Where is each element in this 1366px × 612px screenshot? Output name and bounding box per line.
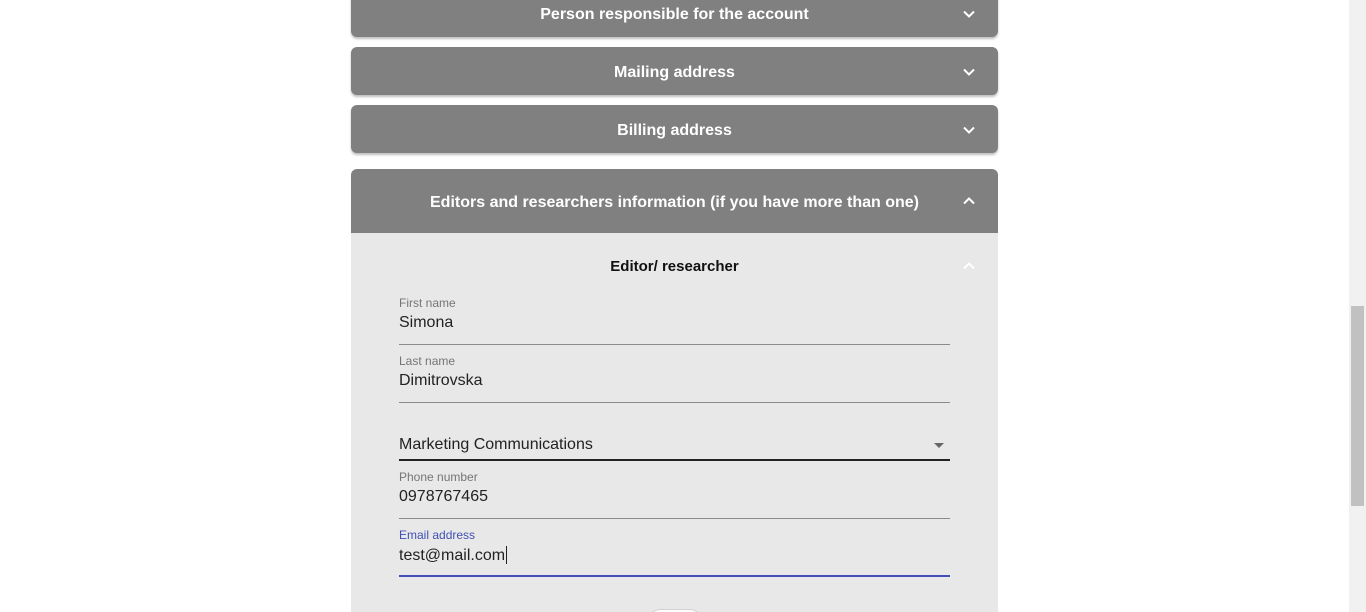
email-address-field: Email address test@mail.com <box>399 528 950 578</box>
chevron-down-icon[interactable] <box>962 123 976 137</box>
department-selected-value[interactable]: Marketing Communications <box>399 436 950 454</box>
department-select[interactable]: Marketing Communications <box>399 412 950 462</box>
scrollbar-thumb[interactable] <box>1351 306 1364 506</box>
first-name-field: First name <box>399 296 950 346</box>
panel-title: Person responsible for the account <box>540 6 809 23</box>
first-name-input[interactable] <box>399 314 950 332</box>
first-name-label: First name <box>399 296 456 310</box>
phone-number-label: Phone number <box>399 470 478 484</box>
phone-number-input[interactable] <box>399 488 950 506</box>
underline <box>399 402 950 403</box>
page-scrollbar[interactable] <box>1349 0 1366 612</box>
underline-focused <box>399 575 950 577</box>
underline <box>399 518 950 519</box>
panel-title: Billing address <box>617 122 732 139</box>
editor-section-title[interactable]: Editor/ researcher <box>351 258 998 275</box>
underline <box>399 344 950 345</box>
panel-billing-address[interactable]: Billing address <box>351 105 998 153</box>
page: Person responsible for the account Maili… <box>0 0 1366 612</box>
last-name-label: Last name <box>399 354 456 368</box>
text-cursor <box>506 546 508 564</box>
underline <box>399 459 950 461</box>
email-address-value: test@mail.com <box>399 547 506 564</box>
chevron-down-icon[interactable] <box>962 65 976 79</box>
panel-title: Editors and researchers information (if … <box>430 194 919 211</box>
caret-down-icon[interactable] <box>934 443 944 448</box>
panel-title: Mailing address <box>614 64 735 81</box>
last-name-field: Last name <box>399 354 950 404</box>
panel-editors-researchers[interactable]: Editors and researchers information (if … <box>351 169 998 233</box>
last-name-input[interactable] <box>399 372 950 390</box>
chevron-down-icon[interactable] <box>962 7 976 21</box>
panel-person-responsible[interactable]: Person responsible for the account <box>351 0 998 37</box>
email-address-label: Email address <box>399 528 476 542</box>
chevron-up-icon[interactable] <box>962 259 976 273</box>
email-address-input[interactable]: test@mail.com <box>399 546 950 565</box>
phone-number-field: Phone number <box>399 470 950 520</box>
panel-mailing-address[interactable]: Mailing address <box>351 47 998 95</box>
editors-researchers-body: Editor/ researcher First name Last name … <box>351 233 998 612</box>
chevron-up-icon[interactable] <box>962 194 976 208</box>
